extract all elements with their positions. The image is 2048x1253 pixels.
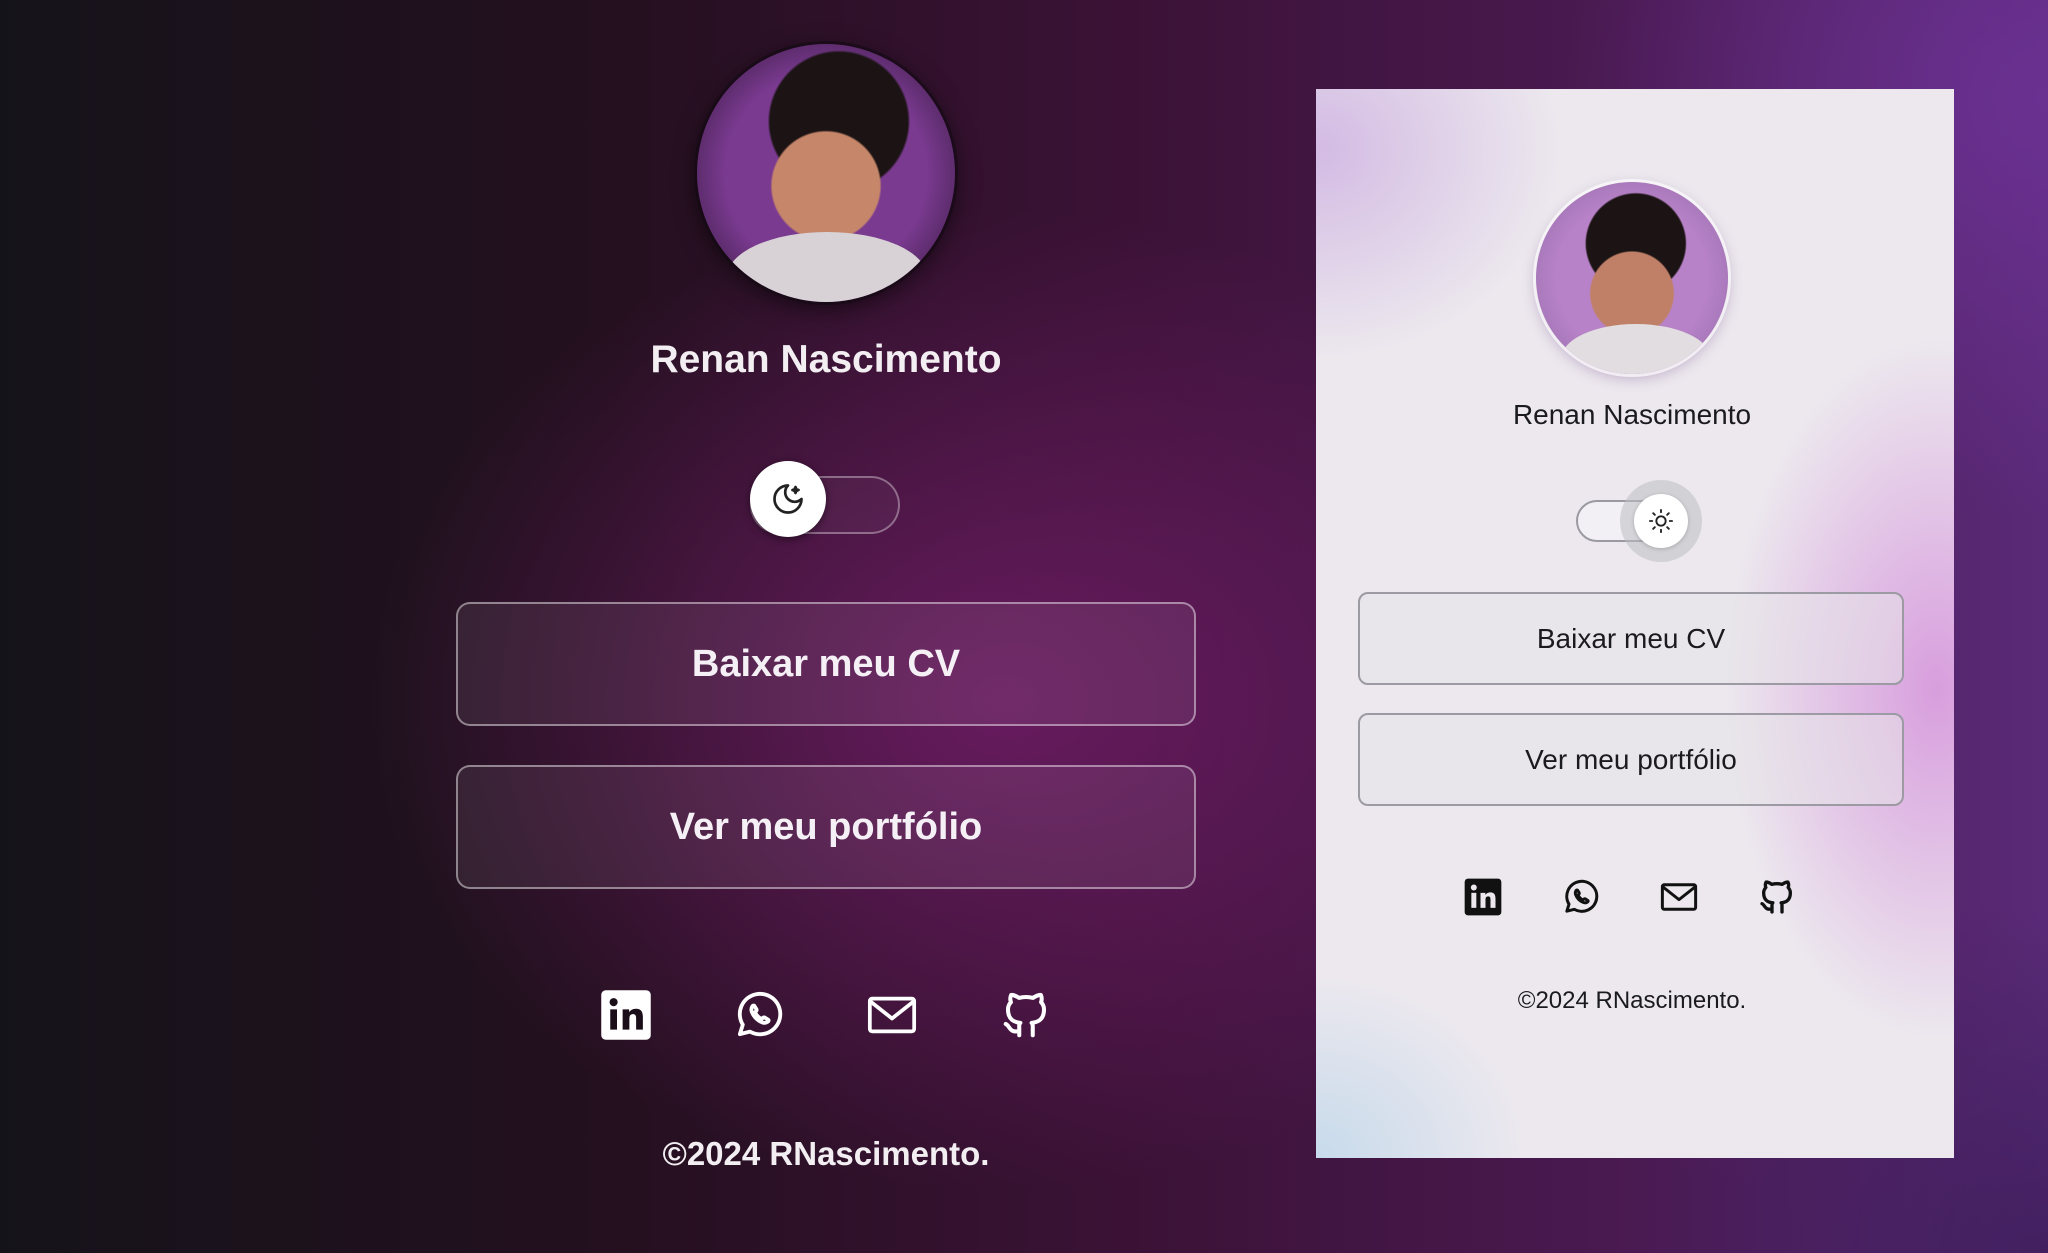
github-icon[interactable] [998, 987, 1054, 1043]
avatar [1536, 182, 1728, 374]
light-profile-card: Renan Nascimento Baixar meu CV Ver meu p… [1316, 89, 1954, 1158]
profile-name: Renan Nascimento [1512, 399, 1752, 430]
profile-name: Renan Nascimento [650, 338, 1002, 381]
mail-icon[interactable] [864, 987, 920, 1043]
social-links [598, 987, 1058, 1043]
view-portfolio-button[interactable]: Ver meu portfólio [456, 765, 1196, 889]
mail-icon[interactable] [1657, 875, 1701, 919]
footer-copyright: ©2024 RNascimento. [1517, 987, 1747, 1014]
github-icon[interactable] [1755, 875, 1799, 919]
download-cv-button[interactable]: Baixar meu CV [1358, 592, 1904, 685]
sun-icon [1648, 508, 1674, 534]
linkedin-icon[interactable] [598, 987, 654, 1043]
whatsapp-icon[interactable] [731, 987, 787, 1043]
linkedin-icon[interactable] [1461, 875, 1505, 919]
footer-copyright: ©2024 RNascimento. [662, 1135, 990, 1172]
toggle-knob[interactable] [750, 461, 826, 537]
theme-toggle[interactable] [1576, 480, 1702, 562]
theme-toggle[interactable] [750, 461, 900, 537]
toggle-knob[interactable] [1634, 494, 1688, 548]
whatsapp-icon[interactable] [1559, 875, 1603, 919]
dark-profile-card: Renan Nascimento Baixar meu CV Ver meu p… [0, 0, 1300, 1253]
download-cv-button[interactable]: Baixar meu CV [456, 602, 1196, 726]
avatar [697, 44, 955, 302]
moon-stars-icon [773, 484, 803, 514]
social-links [1461, 875, 1801, 919]
view-portfolio-button[interactable]: Ver meu portfólio [1358, 713, 1904, 806]
